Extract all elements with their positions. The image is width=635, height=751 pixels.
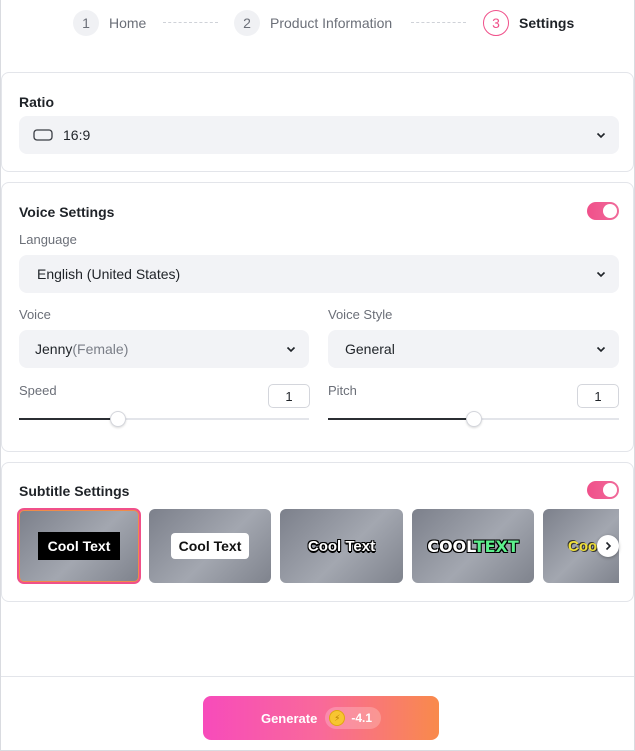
stepper: 1 Home 2 Product Information 3 Settings [0, 0, 635, 46]
voice-settings-card: Voice Settings Language English (United … [1, 182, 634, 452]
speed-label: Speed [19, 383, 57, 398]
step-divider [163, 22, 218, 23]
step-label: Home [109, 15, 147, 31]
chevron-down-icon [286, 346, 296, 353]
generate-button[interactable]: Generate ⚡ -4.1 [203, 696, 439, 740]
rectangle-icon [33, 129, 53, 141]
chevron-down-icon [596, 346, 606, 353]
voice-style-value: General [345, 341, 395, 357]
slider-thumb[interactable] [465, 411, 482, 427]
language-label: Language [19, 232, 77, 247]
pitch-label: Pitch [328, 383, 357, 398]
ratio-value: 16:9 [63, 127, 91, 143]
subtitle-preview-text: Cool Text [37, 532, 121, 560]
subtitle-style-outlined[interactable]: Cool Text [280, 509, 403, 583]
subtitle-style-black-box[interactable]: Cool Text [17, 508, 141, 584]
speed-slider[interactable] [19, 409, 309, 429]
voice-toggle[interactable] [587, 202, 619, 220]
step-number: 1 [73, 10, 99, 36]
step-divider [411, 22, 466, 23]
pitch-slider[interactable] [328, 409, 619, 429]
subtitle-preview-text: Cool Text [170, 533, 250, 559]
slider-thumb[interactable] [109, 411, 126, 427]
language-value: English (United States) [37, 266, 181, 282]
subtitle-toggle[interactable] [587, 481, 619, 499]
step-label: Product Information [270, 15, 393, 31]
generate-label: Generate [260, 710, 318, 726]
speed-input[interactable]: 1 [268, 384, 310, 408]
subtitle-preview-text: Cool Text [307, 537, 376, 555]
step-number: 2 [234, 10, 260, 36]
voice-settings-title: Voice Settings [19, 204, 115, 220]
voice-select[interactable]: Jenny (Female) [19, 330, 309, 368]
slider-fill [19, 418, 118, 420]
step-label: Settings [519, 15, 575, 31]
subtitle-preview-text: COOLTEXT [427, 537, 519, 556]
ratio-card: Ratio 16:9 [1, 72, 634, 172]
subtitle-style-green-outlined[interactable]: COOLTEXT [412, 509, 534, 583]
voice-value: Jenny [35, 341, 73, 357]
ratio-select[interactable]: 16:9 [19, 116, 619, 154]
voice-gender: (Female) [72, 341, 129, 357]
preview-word: TEXT [473, 536, 519, 556]
slider-fill [328, 418, 474, 420]
chevron-right-icon [605, 541, 612, 551]
pitch-input[interactable]: 1 [577, 384, 619, 408]
language-select[interactable]: English (United States) [19, 255, 619, 293]
subtitle-preview-text: Coo [568, 537, 598, 555]
chevron-down-icon [596, 132, 606, 139]
voice-style-label: Voice Style [328, 307, 393, 322]
credit-cost: -4.1 [351, 711, 373, 725]
carousel-next-button[interactable] [597, 535, 619, 557]
subtitle-settings-title: Subtitle Settings [19, 483, 130, 499]
step-number: 3 [483, 10, 509, 36]
step-settings[interactable]: 3 Settings [483, 10, 574, 36]
voice-label: Voice [19, 307, 51, 322]
step-home[interactable]: 1 Home [73, 10, 146, 36]
preview-word: COOL [427, 536, 474, 556]
credit-cost-badge: ⚡ -4.1 [325, 707, 382, 729]
chevron-down-icon [596, 271, 606, 278]
ratio-title: Ratio [19, 94, 54, 110]
subtitle-style-white-box[interactable]: Cool Text [149, 509, 271, 583]
step-product-information[interactable]: 2 Product Information [234, 10, 392, 36]
footer-divider [1, 676, 634, 677]
voice-style-select[interactable]: General [328, 330, 619, 368]
coin-icon: ⚡ [329, 710, 346, 726]
